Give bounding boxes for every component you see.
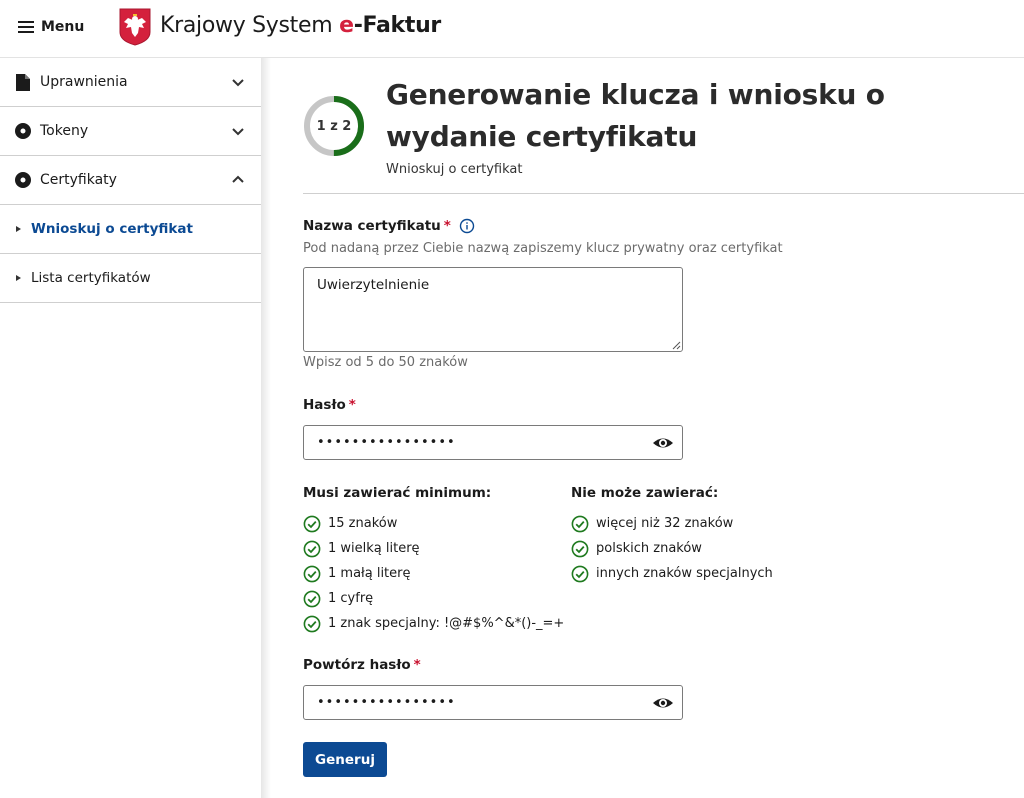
required-mark: * — [413, 657, 421, 673]
sidebar-subitem-label: Lista certyfikatów — [31, 270, 151, 286]
requirement-item: 1 znak specjalny: !@#$%^&*()-_=+ — [303, 611, 564, 636]
cert-name-description: Pod nadaną przez Ciebie nazwą zapiszemy … — [303, 241, 783, 256]
page-title: Generowanie klucza i wniosku o wydanie c… — [386, 78, 885, 153]
triangle-right-icon — [16, 275, 21, 281]
requirement-item: więcej niż 32 znaków — [571, 511, 773, 536]
disc-icon — [14, 122, 32, 140]
app-title: Krajowy System e-Faktur — [160, 13, 441, 38]
requirement-item: innych znaków specjalnych — [571, 561, 773, 586]
step-progress-text: 1 z 2 — [316, 118, 352, 134]
required-mark: * — [443, 218, 451, 234]
chevron-up-icon — [232, 175, 244, 183]
requirement-item: 1 cyfrę — [303, 586, 564, 611]
sidebar-item-uprawnienia[interactable]: Uprawnienia — [0, 58, 261, 107]
password-field — [303, 425, 683, 460]
requirement-text: 1 cyfrę — [328, 591, 374, 606]
requirement-text: 15 znaków — [328, 516, 398, 531]
requirement-text: innych znaków specjalnych — [596, 566, 773, 581]
divider — [303, 193, 1024, 194]
sidebar-item-label: Certyfikaty — [40, 172, 117, 188]
repeat-password-input[interactable] — [304, 686, 644, 719]
sidebar-item-label: Tokeny — [40, 123, 89, 139]
password-label: Hasło * — [303, 397, 356, 413]
check-circle-icon — [303, 565, 321, 582]
sidebar: Uprawnienia Tokeny Certyfikaty Wnioskuj … — [0, 58, 261, 798]
page-subtitle: Wnioskuj o certyfikat — [386, 162, 523, 177]
disc-icon — [14, 171, 32, 189]
check-circle-icon — [303, 615, 321, 632]
password-input[interactable] — [304, 426, 644, 459]
requirement-text: więcej niż 32 znaków — [596, 516, 734, 531]
requirement-item: 15 znaków — [303, 511, 564, 536]
sidebar-item-label: Uprawnienia — [40, 74, 128, 90]
required-mark: * — [348, 397, 356, 413]
triangle-right-icon — [16, 226, 21, 232]
sidebar-shadow — [261, 58, 271, 798]
info-icon[interactable] — [459, 218, 475, 234]
check-circle-icon — [571, 515, 589, 532]
eye-icon[interactable] — [652, 694, 674, 712]
must-contain-title: Musi zawierać minimum: — [303, 485, 492, 501]
document-icon — [14, 73, 32, 91]
must-not-contain-title: Nie może zawierać: — [571, 485, 719, 501]
requirement-item: 1 wielką literę — [303, 536, 564, 561]
must-contain-list: 15 znaków 1 wielką literę 1 małą literę 1 c… — [303, 511, 564, 636]
repeat-password-field — [303, 685, 683, 720]
cert-name-label: Nazwa certyfikatu * — [303, 218, 475, 234]
hamburger-icon — [18, 21, 34, 33]
generate-button[interactable]: Generuj — [303, 742, 387, 777]
must-not-contain-list: więcej niż 32 znaków polskich znaków innyc… — [571, 511, 773, 586]
check-circle-icon — [571, 540, 589, 557]
top-header: Menu Krajowy System e-Faktur — [0, 0, 1024, 58]
eye-icon[interactable] — [652, 434, 674, 452]
requirement-text: 1 znak specjalny: !@#$%^&*()-_=+ — [328, 616, 565, 631]
chevron-down-icon — [232, 128, 244, 136]
requirement-item: 1 małą literę — [303, 561, 564, 586]
requirement-text: polskich znaków — [596, 541, 702, 556]
menu-button[interactable]: Menu — [18, 17, 84, 37]
check-circle-icon — [303, 515, 321, 532]
menu-label: Menu — [41, 19, 85, 35]
chevron-down-icon — [232, 79, 244, 87]
check-circle-icon — [303, 590, 321, 607]
sidebar-subitem-label: Wnioskuj o certyfikat — [31, 221, 193, 237]
sidebar-item-tokeny[interactable]: Tokeny — [0, 107, 261, 156]
cert-name-hint: Wpisz od 5 do 50 znaków — [303, 355, 468, 370]
polish-eagle-emblem-icon[interactable] — [119, 8, 151, 46]
cert-name-textarea[interactable]: Uwierzytelnienie — [303, 267, 683, 352]
check-circle-icon — [571, 565, 589, 582]
requirement-text: 1 wielką literę — [328, 541, 420, 556]
repeat-password-label: Powtórz hasło * — [303, 657, 421, 673]
check-circle-icon — [303, 540, 321, 557]
sidebar-subitem-wnioskuj[interactable]: Wnioskuj o certyfikat — [0, 205, 261, 254]
main-content: 1 z 2 Generowanie klucza i wniosku o wyd… — [271, 58, 1024, 798]
sidebar-subitem-lista[interactable]: Lista certyfikatów — [0, 254, 261, 303]
requirement-item: polskich znaków — [571, 536, 773, 561]
requirement-text: 1 małą literę — [328, 566, 411, 581]
sidebar-item-certyfikaty[interactable]: Certyfikaty — [0, 156, 261, 205]
resize-grip-icon[interactable] — [672, 341, 681, 350]
